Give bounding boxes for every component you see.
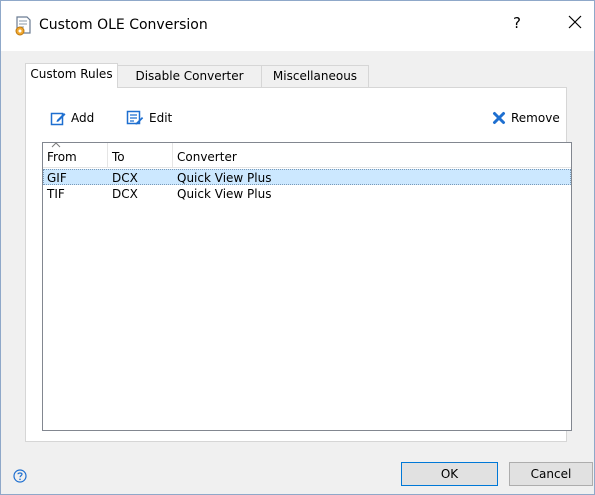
tab-label: Disable Converter [135, 69, 244, 83]
list-header: From To Converter [43, 142, 571, 168]
help-button[interactable]: ? [513, 14, 521, 32]
sort-ascending-icon [51, 142, 61, 148]
remove-button[interactable]: Remove [492, 109, 560, 127]
cell-to: DCX [112, 171, 138, 185]
add-label: Add [71, 111, 95, 125]
column-header-converter[interactable]: Converter [173, 143, 571, 167]
cell-converter: Quick View Plus [177, 171, 272, 185]
tab-custom-rules[interactable]: Custom Rules [25, 63, 118, 88]
column-header-to[interactable]: To [108, 143, 173, 167]
tab-label: Miscellaneous [272, 69, 358, 83]
close-x-icon [493, 112, 505, 124]
cancel-button[interactable]: Cancel [509, 462, 593, 486]
column-label: Converter [177, 150, 237, 164]
tab-miscellaneous[interactable]: Miscellaneous [261, 65, 369, 87]
table-row[interactable]: GIF DCX Quick View Plus [43, 169, 571, 185]
help-circle-icon[interactable] [13, 469, 27, 483]
title-bar: Custom OLE Conversion ? [1, 1, 594, 51]
list-edit-icon [126, 110, 144, 125]
table-row[interactable]: TIF DCX Quick View Plus [43, 186, 571, 202]
document-settings-icon [15, 16, 31, 36]
cell-converter: Quick View Plus [177, 187, 272, 201]
cell-from: GIF [47, 171, 67, 185]
edit-button[interactable]: Edit [126, 109, 172, 127]
cell-from: TIF [47, 187, 65, 201]
cell-to: DCX [112, 187, 138, 201]
custom-rules-panel: Add Edit Remove From To Converter GIF DC… [25, 87, 572, 442]
dialog-window: Custom OLE Conversion ? Custom Rules Dis… [0, 0, 595, 495]
ok-button[interactable]: OK [401, 462, 498, 486]
edit-label: Edit [149, 111, 173, 125]
dialog-footer: OK Cancel [1, 444, 594, 494]
column-label: To [112, 150, 125, 164]
rules-list[interactable]: From To Converter GIF DCX Quick View Plu… [42, 142, 572, 431]
tab-disable-converter[interactable]: Disable Converter [117, 65, 262, 87]
edit-pencil-icon [50, 112, 66, 126]
remove-label: Remove [511, 111, 560, 125]
close-icon[interactable] [563, 10, 587, 34]
dialog-body: Custom Rules Disable Converter Miscellan… [1, 51, 594, 444]
tab-label: Custom Rules [30, 67, 113, 81]
window-title: Custom OLE Conversion [39, 17, 208, 33]
column-header-from[interactable]: From [43, 142, 108, 167]
add-button[interactable]: Add [50, 109, 94, 127]
column-label: From [47, 150, 77, 164]
